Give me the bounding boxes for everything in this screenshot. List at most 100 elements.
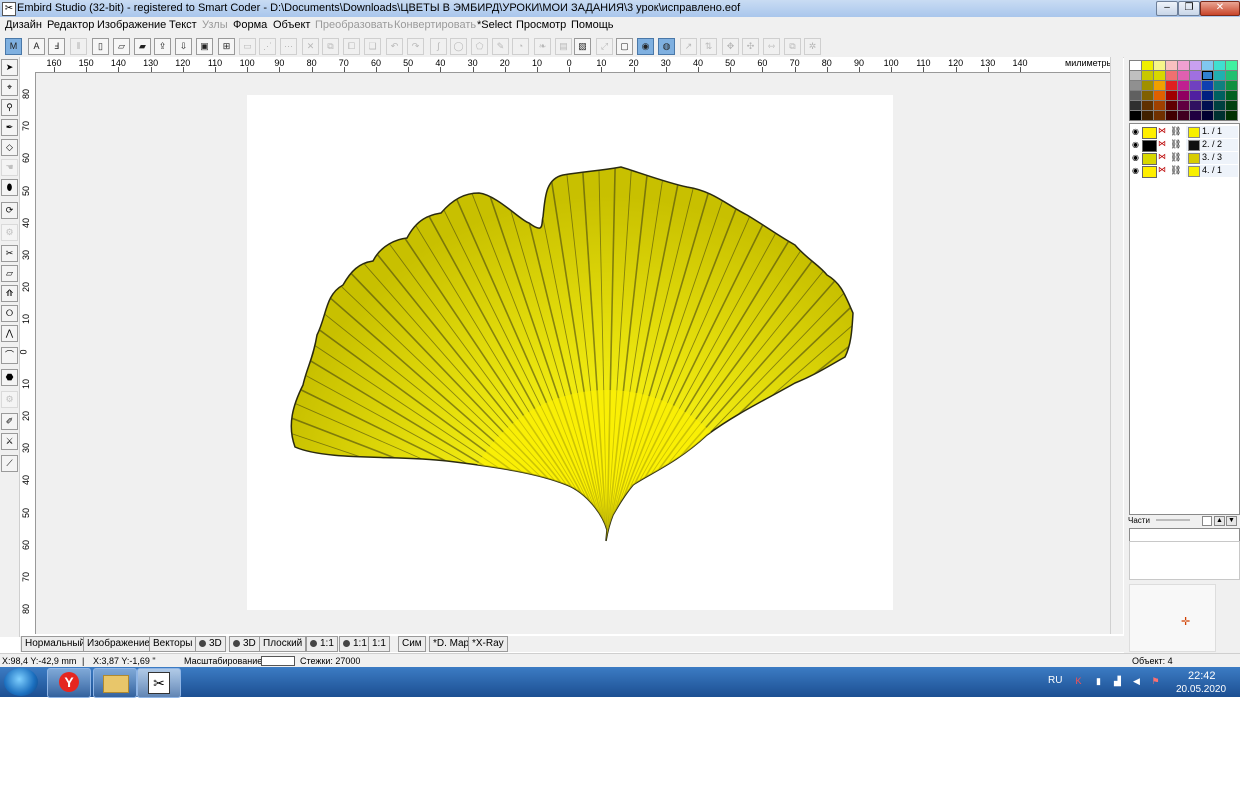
- parts-toggle-button[interactable]: [1202, 516, 1212, 526]
- toolbar-brush-icon[interactable]: ❧: [534, 38, 551, 55]
- maximize-button[interactable]: ❐: [1178, 1, 1200, 16]
- toolbar-image-icon[interactable]: ▧: [574, 38, 591, 55]
- vertical-scrollbar[interactable]: [1110, 57, 1123, 634]
- visibility-eye-icon[interactable]: ◉: [1132, 153, 1139, 162]
- parts-selector[interactable]: [1129, 528, 1240, 542]
- ginkgo-leaf-embroidery[interactable]: [247, 95, 893, 610]
- view-tab-0[interactable]: Нормальный: [21, 636, 90, 652]
- view-tab-7[interactable]: 1:1: [339, 636, 371, 652]
- tool-transform-icon[interactable]: ◇: [1, 139, 18, 156]
- flag-icon[interactable]: ⚑: [1150, 676, 1161, 687]
- volume-icon[interactable]: ◀: [1131, 676, 1142, 687]
- tool-stitch-tool-icon[interactable]: ✂: [1, 245, 18, 262]
- view-tab-8[interactable]: 1:1: [368, 636, 390, 652]
- toolbar-fill-icon[interactable]: ◔: [512, 38, 529, 55]
- view-tab-9[interactable]: Сим: [398, 636, 426, 652]
- toolbar-new-file-icon[interactable]: ▯: [92, 38, 109, 55]
- start-button[interactable]: [4, 668, 38, 696]
- parts-up-button[interactable]: ▲: [1214, 516, 1225, 526]
- view-tab-3[interactable]: 3D: [195, 636, 226, 652]
- view-tab-2[interactable]: Векторы: [149, 636, 197, 652]
- minimize-button[interactable]: –: [1156, 1, 1178, 16]
- menu-item-3[interactable]: Текст: [169, 19, 197, 31]
- embird-taskbar-button[interactable]: ✂: [137, 668, 181, 698]
- explorer-taskbar-button[interactable]: [93, 668, 137, 698]
- toolbar-undo-icon[interactable]: ↶: [386, 38, 403, 55]
- clock-date[interactable]: 20.05.2020: [1176, 684, 1226, 695]
- tool-bezier-icon[interactable]: ⌒: [1, 347, 18, 364]
- toolbar-import-icon[interactable]: ⇪: [154, 38, 171, 55]
- view-tab-10[interactable]: *D. Map: [429, 636, 474, 652]
- menu-item-10[interactable]: Просмотр: [516, 19, 566, 31]
- toolbar-frame-icon[interactable]: ▢: [616, 38, 633, 55]
- color-swatch[interactable]: [1225, 110, 1238, 121]
- zoom-level-field[interactable]: [261, 656, 295, 666]
- toolbar-layers-icon[interactable]: ▤: [555, 38, 572, 55]
- app-icon[interactable]: ✂: [2, 2, 16, 16]
- tool-pen-tool-icon[interactable]: ✒: [1, 119, 18, 136]
- toolbar-open-folder-icon[interactable]: ▰: [134, 38, 151, 55]
- object-row[interactable]: ◉ ⋈ ⛓ 1. / 1: [1130, 126, 1238, 139]
- tool-arrow-select-icon[interactable]: ➤: [1, 59, 18, 76]
- design-canvas[interactable]: [247, 95, 893, 610]
- tool-brush-tool-icon[interactable]: ✐: [1, 413, 18, 430]
- tool-magnify-icon[interactable]: ⚲: [1, 99, 18, 116]
- visibility-eye-icon[interactable]: ◉: [1132, 166, 1139, 175]
- object-list[interactable]: ◉ ⋈ ⛓ 1. / 1 ◉ ⋈ ⛓ 2. / 2 ◉ ⋈ ⛓ 3. / 3 ◉ ⋈ ⛓ 4. / 1: [1129, 123, 1240, 515]
- clock-time[interactable]: 22:42: [1188, 670, 1216, 682]
- view-tab-1[interactable]: Изображение: [83, 636, 154, 652]
- toolbar-mirror-icon[interactable]: ⇅: [700, 38, 717, 55]
- view-tab-6[interactable]: 1:1: [306, 636, 338, 652]
- menu-item-1[interactable]: Редактор: [47, 19, 94, 31]
- toolbar-group-icon[interactable]: ⧉: [784, 38, 801, 55]
- object-row[interactable]: ◉ ⋈ ⛓ 2. / 2: [1130, 139, 1238, 152]
- tool-ruler-tool-icon[interactable]: ⟋: [1, 455, 18, 472]
- kaspersky-icon[interactable]: K: [1073, 676, 1084, 687]
- toolbar-monogram-icon[interactable]: M: [5, 38, 22, 55]
- menu-item-11[interactable]: Помощь: [571, 19, 614, 31]
- object-row[interactable]: ◉ ⋈ ⛓ 3. / 3: [1130, 152, 1238, 165]
- menu-item-5[interactable]: Форма: [233, 19, 267, 31]
- toolbar-stitch-view-icon[interactable]: ◍: [658, 38, 675, 55]
- design-workspace[interactable]: [36, 73, 1110, 634]
- tool-fill-shape-icon[interactable]: ⬮: [1, 179, 18, 196]
- tool-outline-icon[interactable]: ⭘: [1, 305, 18, 322]
- toolbar-align-icon[interactable]: ⫴: [70, 38, 87, 55]
- menu-item-7[interactable]: Преобразовать: [315, 19, 393, 31]
- menu-item-9[interactable]: *Select: [477, 19, 512, 31]
- close-button[interactable]: ✕: [1200, 1, 1240, 16]
- toolbar-open-file-icon[interactable]: ▱: [113, 38, 130, 55]
- toolbar-redo-icon[interactable]: ↷: [407, 38, 424, 55]
- tool-gear-tool-icon[interactable]: ⚙: [1, 391, 18, 408]
- toolbar-copy-icon[interactable]: ⧉: [322, 38, 339, 55]
- tool-shape-tool-icon[interactable]: ⬣: [1, 369, 18, 386]
- link-icon[interactable]: ⛓: [1170, 152, 1181, 163]
- toolbar-shape-icon[interactable]: ⬠: [471, 38, 488, 55]
- view-tab-5[interactable]: Плоский: [259, 636, 307, 652]
- toolbar-text-icon[interactable]: A: [28, 38, 45, 55]
- yandex-browser-taskbar-button[interactable]: Y: [47, 668, 91, 698]
- tool-rotate-tool-icon[interactable]: ⟳: [1, 202, 18, 219]
- menu-item-8[interactable]: Конвертировать: [394, 19, 476, 31]
- toolbar-move-icon[interactable]: ✥: [722, 38, 739, 55]
- menu-item-4[interactable]: Узлы: [202, 19, 228, 31]
- link-icon[interactable]: ⛓: [1170, 139, 1181, 150]
- menu-item-6[interactable]: Объект: [273, 19, 310, 31]
- visibility-eye-icon[interactable]: ◉: [1132, 140, 1139, 149]
- toolbar-export-icon[interactable]: ⇩: [175, 38, 192, 55]
- toolbar-rect-select-icon[interactable]: ▭: [239, 38, 256, 55]
- link-icon[interactable]: ⛓: [1170, 126, 1181, 137]
- tool-column-icon[interactable]: ⟰: [1, 285, 18, 302]
- tool-node-edit-icon[interactable]: ⌖: [1, 79, 18, 96]
- toolbar-curve-icon[interactable]: ∫: [430, 38, 447, 55]
- design-preview[interactable]: ✛: [1129, 584, 1216, 652]
- toolbar-realview-icon[interactable]: ◉: [637, 38, 654, 55]
- toolbar-font-icon[interactable]: Ⅎ: [48, 38, 65, 55]
- view-tab-11[interactable]: *X-Ray: [468, 636, 508, 652]
- toolbar-select-all-icon[interactable]: ⊞: [218, 38, 235, 55]
- toolbar-distribute-icon[interactable]: ⇿: [763, 38, 780, 55]
- toolbar-cut-icon[interactable]: ✕: [302, 38, 319, 55]
- tool-knife-icon[interactable]: ⚔: [1, 433, 18, 450]
- toolbar-center-icon[interactable]: ✣: [742, 38, 759, 55]
- parts-list[interactable]: [1129, 541, 1240, 580]
